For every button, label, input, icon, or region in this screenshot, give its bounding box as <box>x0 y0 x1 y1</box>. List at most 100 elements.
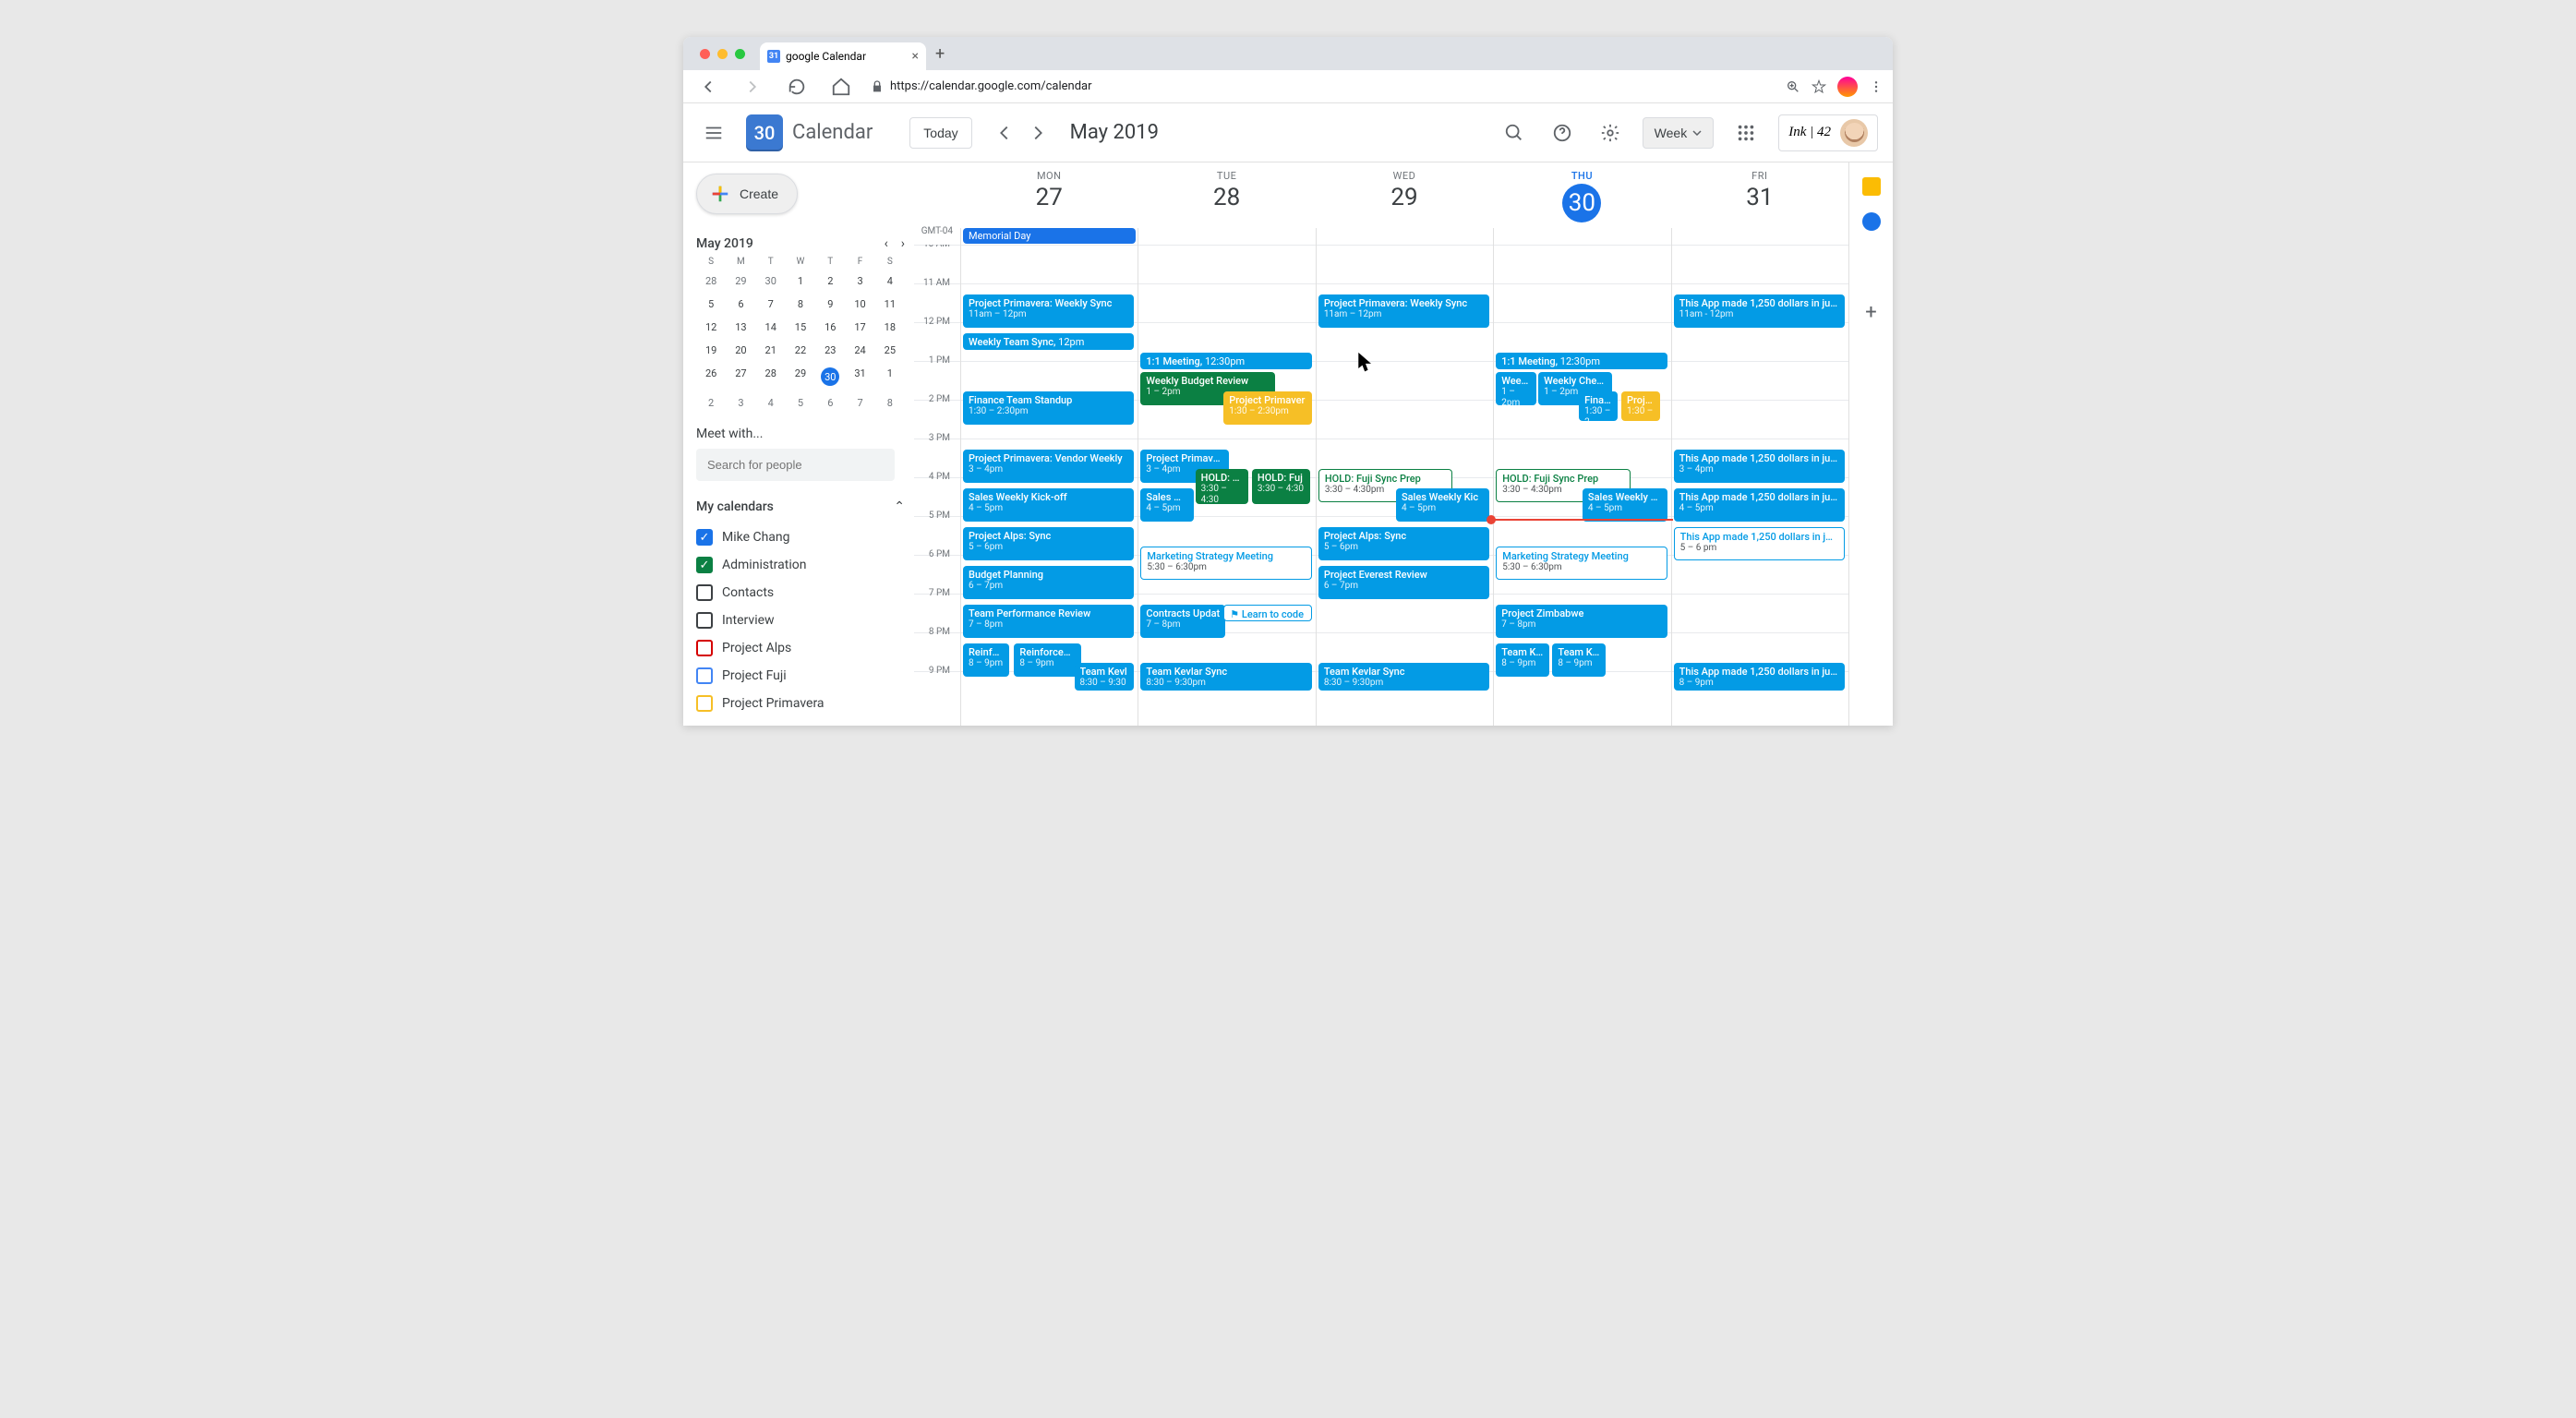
mini-day[interactable]: 30 <box>756 272 786 290</box>
calendar-checkbox[interactable] <box>696 695 713 712</box>
mini-day[interactable]: 3 <box>726 394 755 412</box>
calendar-item[interactable]: Project Alps <box>696 634 905 662</box>
calendar-checkbox[interactable] <box>696 584 713 601</box>
mini-day[interactable]: 7 <box>845 394 874 412</box>
calendar-event[interactable]: Weekly1 – 2pm <box>1496 372 1536 405</box>
calendar-event[interactable]: Sales Weekly Kick-off4 – 5pm <box>963 488 1134 522</box>
kebab-icon[interactable] <box>1869 79 1884 94</box>
reload-button[interactable] <box>781 71 813 102</box>
calendar-event[interactable]: Team Kevl8:30 – 9:30 <box>1075 663 1135 691</box>
calendar-event[interactable]: This App made 1,250 dollars in just 44 –… <box>1674 488 1845 522</box>
day-column[interactable]: 1:1 Meeting, 12:30pmWeekly1 – 2pmWeekly … <box>1493 245 1670 726</box>
url-field[interactable]: https://calendar.google.com/calendar <box>870 79 1773 94</box>
calendar-event[interactable]: 1:1 Meeting, 12:30pm <box>1140 353 1311 369</box>
search-button[interactable] <box>1499 117 1530 149</box>
calendar-event[interactable]: HOLD: Fuj3:30 – 4:30 <box>1196 469 1248 504</box>
calendar-event[interactable]: Team Kevlar Sync8:30 – 9:30pm <box>1318 663 1489 691</box>
mini-day[interactable]: 11 <box>875 295 905 313</box>
calendar-event[interactable]: Project Alps: Sync5 – 6pm <box>963 527 1134 560</box>
allday-cell[interactable] <box>1671 228 1848 245</box>
mini-day[interactable]: 14 <box>756 318 786 336</box>
mini-day[interactable]: 18 <box>875 318 905 336</box>
day-header[interactable]: TUE28 <box>1138 162 1315 228</box>
calendar-event[interactable]: Team Kevl8 – 9pm <box>1552 643 1605 677</box>
calendar-event[interactable]: Finance Team Standup1:30 – 2:30pm <box>963 391 1134 425</box>
calendar-event[interactable]: Marketing Strategy Meeting5:30 – 6:30pm <box>1140 547 1311 580</box>
mini-day[interactable]: 21 <box>756 342 786 359</box>
time-grid[interactable]: 10 AM11 AM12 PM1 PM2 PM3 PM4 PM5 PM6 PM7… <box>914 245 1848 726</box>
tasks-icon[interactable] <box>1862 212 1881 231</box>
mini-day[interactable]: 24 <box>845 342 874 359</box>
mini-day[interactable]: 12 <box>696 318 726 336</box>
mini-day[interactable]: 17 <box>845 318 874 336</box>
tab-close-icon[interactable]: × <box>912 49 919 64</box>
calendar-item[interactable]: Interview <box>696 607 905 634</box>
calendar-event[interactable]: Project Primavera: Vendor Weekly3 – 4pm <box>963 450 1134 483</box>
mini-day[interactable]: 19 <box>696 342 726 359</box>
mini-day[interactable]: 4 <box>875 272 905 290</box>
help-button[interactable] <box>1547 117 1578 149</box>
mini-day[interactable]: 16 <box>815 318 845 336</box>
calendar-event[interactable]: Marketing Strategy Meeting5:30 – 6:30pm <box>1496 547 1667 580</box>
apps-button[interactable] <box>1730 117 1762 149</box>
day-header[interactable]: FRI31 <box>1671 162 1848 228</box>
mini-day[interactable]: 28 <box>756 365 786 389</box>
zoom-icon[interactable] <box>1786 79 1800 94</box>
mini-day[interactable]: 2 <box>696 394 726 412</box>
calendar-checkbox[interactable] <box>696 667 713 684</box>
mini-day[interactable]: 4 <box>756 394 786 412</box>
mini-day[interactable]: 6 <box>815 394 845 412</box>
calendar-item[interactable]: ✓Administration <box>696 551 905 579</box>
collapse-icon[interactable]: ⌃ <box>894 499 905 514</box>
calendar-event[interactable]: Team Kevlar Sync8:30 – 9:30pm <box>1140 663 1311 691</box>
calendar-event[interactable]: Reinforcement Lea8 – 9pm <box>1014 643 1081 677</box>
forward-button[interactable] <box>737 71 768 102</box>
mini-day[interactable]: 2 <box>815 272 845 290</box>
view-selector[interactable]: Week <box>1643 117 1715 149</box>
allday-cell[interactable] <box>1316 228 1493 245</box>
calendar-event[interactable]: 1:1 Meeting, 12:30pm <box>1496 353 1667 369</box>
calendar-event[interactable]: Contracts Updat7 – 8pm <box>1140 605 1225 638</box>
minimize-window-button[interactable] <box>717 49 728 59</box>
calendar-item[interactable]: Project Primavera <box>696 690 905 717</box>
calendar-event[interactable]: Project Primavera: Weekly Sync11am – 12p… <box>1318 294 1489 328</box>
mini-day[interactable]: 3 <box>845 272 874 290</box>
mini-day[interactable]: 29 <box>786 365 815 389</box>
mini-day[interactable]: 10 <box>845 295 874 313</box>
day-column[interactable]: This App made 1,250 dollars in just 411a… <box>1671 245 1848 726</box>
mini-day[interactable]: 5 <box>696 295 726 313</box>
calendar-item[interactable]: ✓Mike Chang <box>696 523 905 551</box>
calendar-event[interactable]: Weekly Team Sync, 12pm <box>963 333 1134 350</box>
mini-day[interactable]: 5 <box>786 394 815 412</box>
calendar-event[interactable]: Sales Wee4 – 5pm <box>1140 488 1193 522</box>
home-button[interactable] <box>825 71 857 102</box>
bookmark-icon[interactable] <box>1812 79 1826 94</box>
calendar-event[interactable]: Project Alps: Sync5 – 6pm <box>1318 527 1489 560</box>
mini-day[interactable]: 1 <box>875 365 905 389</box>
calendar-grid[interactable]: MON27TUE28WED29THU30FRI31 GMT-04 Memoria… <box>914 162 1848 726</box>
calendar-event[interactable]: Sales Weekly Kic4 – 5pm <box>1396 488 1489 522</box>
calendar-event[interactable]: Budget Planning6 – 7pm <box>963 566 1134 599</box>
today-button[interactable]: Today <box>909 117 971 149</box>
mini-day[interactable]: 9 <box>815 295 845 313</box>
mini-day[interactable]: 6 <box>726 295 755 313</box>
mini-day[interactable]: 8 <box>786 295 815 313</box>
day-column[interactable]: Project Primavera: Weekly Sync11am – 12p… <box>1316 245 1493 726</box>
next-period-button[interactable] <box>1022 117 1053 149</box>
day-column[interactable]: Project Primavera: Weekly Sync11am – 12p… <box>960 245 1138 726</box>
settings-button[interactable] <box>1595 117 1626 149</box>
calendar-event[interactable]: This App made 1,250 dollars in just 411a… <box>1674 294 1845 328</box>
calendar-checkbox[interactable]: ✓ <box>696 557 713 573</box>
mini-day[interactable]: 8 <box>875 394 905 412</box>
allday-cell[interactable] <box>1493 228 1670 245</box>
calendar-checkbox[interactable]: ✓ <box>696 529 713 546</box>
mini-day[interactable]: 23 <box>815 342 845 359</box>
window-controls[interactable] <box>691 49 754 59</box>
calendar-item[interactable]: Project Fuji <box>696 662 905 690</box>
mini-day[interactable]: 13 <box>726 318 755 336</box>
calendar-event[interactable]: Project Zimbabwe7 – 8pm <box>1496 605 1667 638</box>
calendar-event[interactable]: HOLD: Fuj3:30 – 4:30 <box>1252 469 1310 504</box>
back-button[interactable] <box>692 71 724 102</box>
calendar-event[interactable]: Team Performance Review7 – 8pm <box>963 605 1134 638</box>
calendar-item[interactable]: Contacts <box>696 579 905 607</box>
